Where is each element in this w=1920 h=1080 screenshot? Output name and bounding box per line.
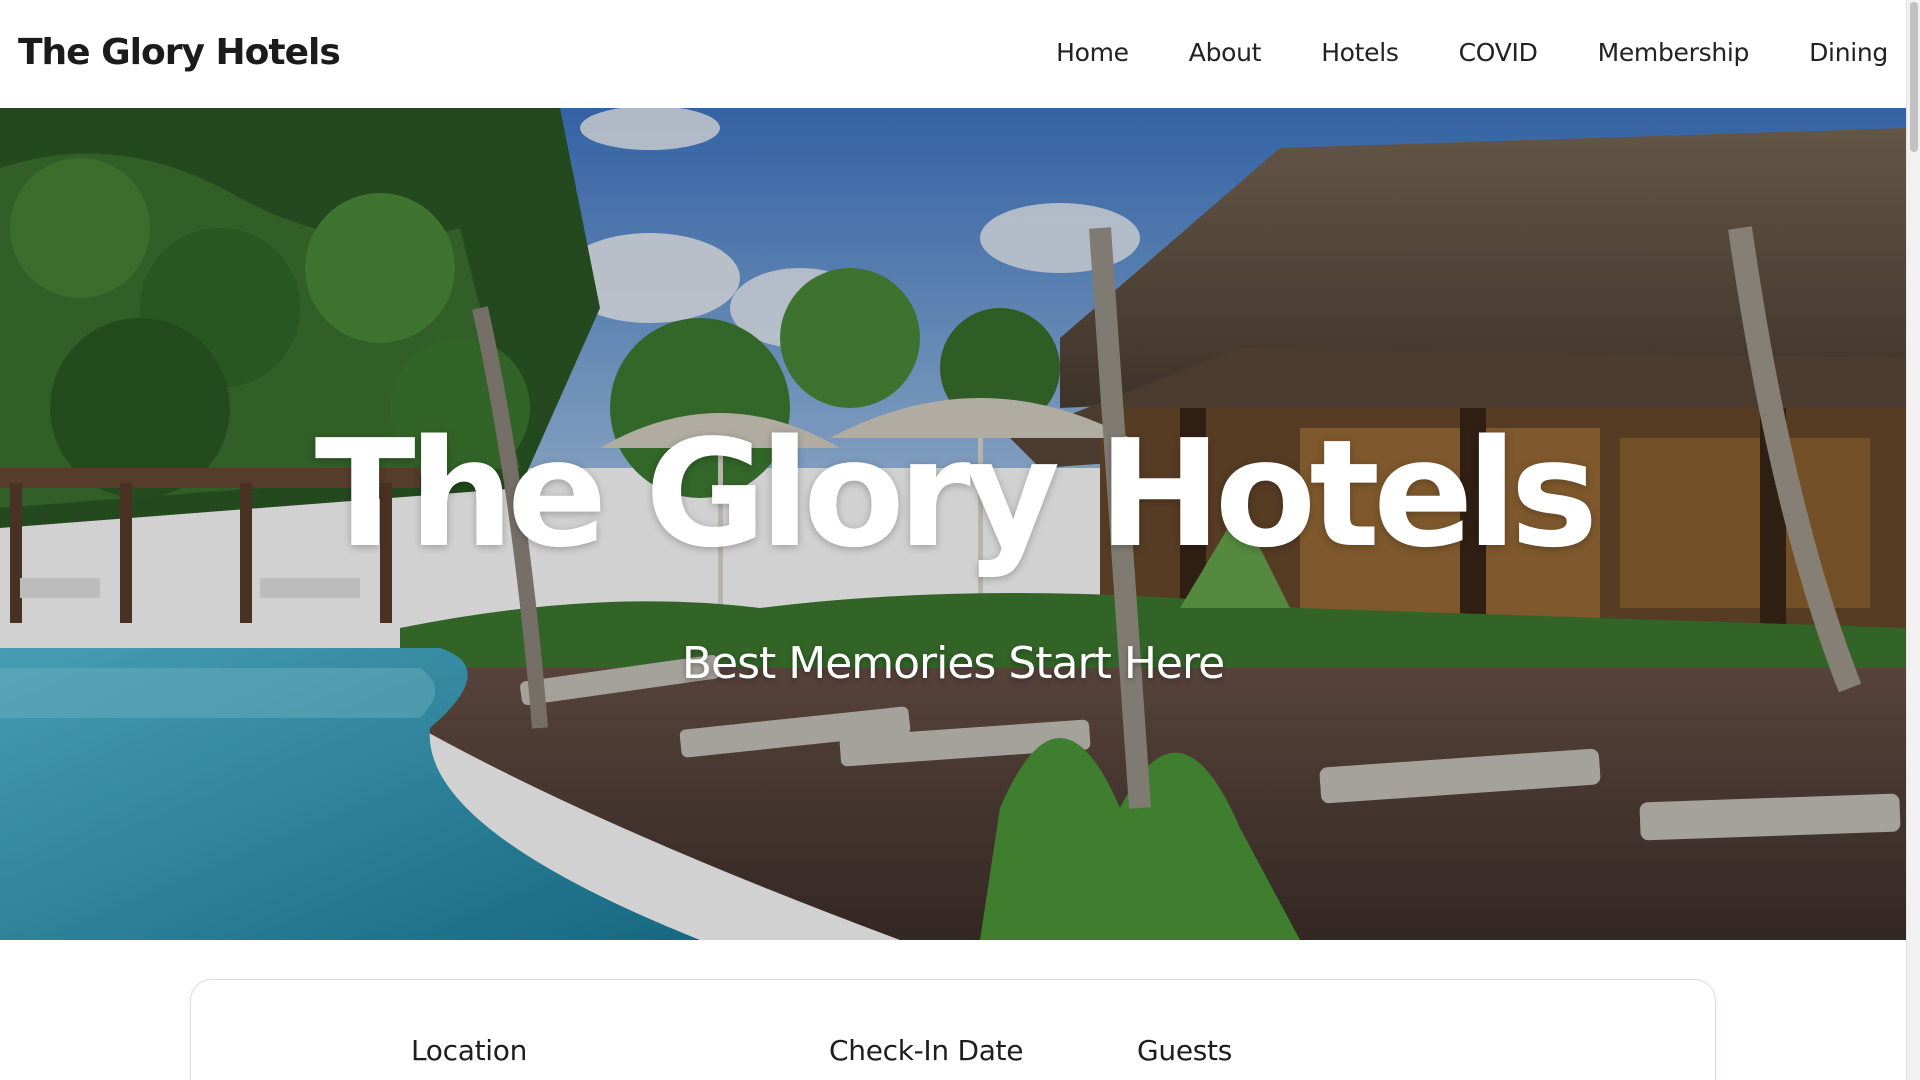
site-header: The Glory Hotels Home About Hotels COVID… xyxy=(0,0,1906,108)
hero-section: The Glory Hotels Best Memories Start Her… xyxy=(0,108,1906,940)
booking-form-card: Location Check-In Date Guests xyxy=(190,979,1716,1080)
brand-logo[interactable]: The Glory Hotels xyxy=(18,32,341,73)
scrollbar-thumb[interactable] xyxy=(1910,2,1918,152)
nav-covid[interactable]: COVID xyxy=(1459,38,1538,67)
nav-home[interactable]: Home xyxy=(1056,38,1129,67)
guests-label: Guests xyxy=(1137,1034,1233,1067)
nav-about[interactable]: About xyxy=(1189,38,1262,67)
nav-hotels[interactable]: Hotels xyxy=(1321,38,1399,67)
hero-subtitle: Best Memories Start Here xyxy=(681,638,1225,689)
checkin-date-label: Check-In Date xyxy=(829,1034,1024,1067)
nav-dining[interactable]: Dining xyxy=(1809,38,1888,67)
main-nav: Home About Hotels COVID Membership Dinin… xyxy=(1056,38,1888,67)
nav-membership[interactable]: Membership xyxy=(1598,38,1750,67)
location-label: Location xyxy=(411,1034,528,1067)
page-scrollbar[interactable] xyxy=(1906,0,1920,1080)
page: The Glory Hotels Home About Hotels COVID… xyxy=(0,0,1920,1080)
hero-title: The Glory Hotels xyxy=(314,408,1599,580)
